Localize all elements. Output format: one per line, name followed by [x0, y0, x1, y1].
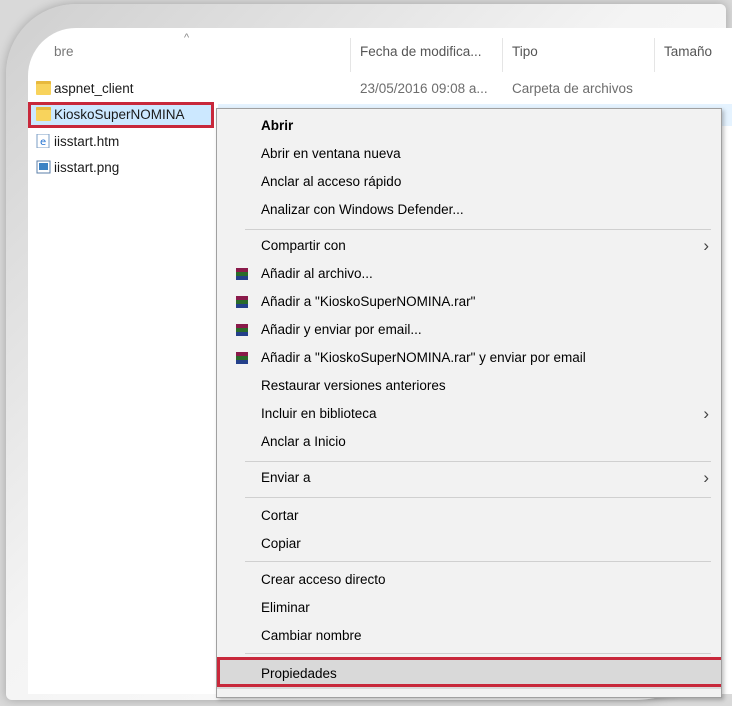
file-name: iisstart.htm [54, 134, 120, 149]
folder-icon [36, 81, 51, 95]
image-file-icon [36, 160, 51, 174]
menu-item-rename[interactable]: Cambiar nombre [217, 623, 721, 649]
winrar-icon [236, 296, 248, 308]
menu-item-scan-defender[interactable]: Analizar con Windows Defender... [217, 197, 721, 223]
menu-item-label: Compartir con [261, 238, 346, 253]
menu-item-add-to-rar[interactable]: Añadir a "KioskoSuperNOMINA.rar" [217, 289, 721, 315]
menu-item-label: Abrir en ventana nueva [261, 146, 401, 161]
menu-item-label: Crear acceso directo [261, 572, 386, 587]
column-name[interactable]: bre [54, 44, 74, 59]
menu-item-label: Añadir al archivo... [261, 266, 373, 281]
menu-item-cut[interactable]: Cortar [217, 503, 721, 529]
menu-item-label: Analizar con Windows Defender... [261, 202, 464, 217]
menu-item-share-with[interactable]: Compartir con › [217, 233, 721, 259]
menu-separator [245, 497, 711, 498]
menu-item-label: Abrir [261, 118, 294, 133]
file-date: 23/05/2016 09:08 a... [360, 81, 488, 96]
chevron-right-icon: › [703, 468, 709, 487]
menu-item-label: Enviar a [261, 470, 311, 485]
column-divider[interactable] [502, 38, 503, 72]
menu-item-pin-start[interactable]: Anclar a Inicio [217, 429, 721, 455]
column-size[interactable]: Tamaño [664, 44, 712, 59]
menu-item-pin-quick-access[interactable]: Anclar al acceso rápido [217, 169, 721, 195]
menu-item-label: Propiedades [261, 666, 337, 681]
menu-item-label: Cambiar nombre [261, 628, 362, 643]
sort-up-icon: ^ [184, 32, 190, 44]
menu-item-label: Incluir en biblioteca [261, 406, 377, 421]
chevron-right-icon: › [703, 404, 709, 423]
column-type[interactable]: Tipo [512, 44, 538, 59]
menu-item-add-rar-email[interactable]: Añadir a "KioskoSuperNOMINA.rar" y envia… [217, 345, 721, 371]
menu-item-label: Añadir y enviar por email... [261, 322, 422, 337]
file-name: iisstart.png [54, 160, 120, 175]
menu-item-label: Añadir a "KioskoSuperNOMINA.rar" [261, 294, 476, 309]
menu-item-restore-versions[interactable]: Restaurar versiones anteriores [217, 373, 721, 399]
menu-item-label: Restaurar versiones anteriores [261, 378, 446, 393]
menu-item-include-library[interactable]: Incluir en biblioteca › [217, 401, 721, 427]
menu-item-open[interactable]: Abrir [217, 113, 721, 139]
menu-item-label: Copiar [261, 536, 301, 551]
menu-item-open-new-window[interactable]: Abrir en ventana nueva [217, 141, 721, 167]
menu-item-copy[interactable]: Copiar [217, 531, 721, 557]
svg-text:e: e [40, 137, 46, 148]
chevron-right-icon: › [703, 236, 709, 255]
menu-item-label: Anclar al acceso rápido [261, 174, 402, 189]
file-row-aspnet-client[interactable]: aspnet_client 23/05/2016 09:08 a... Carp… [28, 78, 728, 100]
menu-item-send-to[interactable]: Enviar a › [217, 465, 721, 491]
winrar-icon [236, 352, 248, 364]
html-file-icon: e [36, 134, 50, 148]
file-name: aspnet_client [54, 81, 134, 96]
menu-item-add-email[interactable]: Añadir y enviar por email... [217, 317, 721, 343]
menu-separator [245, 461, 711, 462]
file-type: Carpeta de archivos [512, 81, 633, 96]
menu-item-properties[interactable]: Propiedades [217, 657, 721, 689]
menu-item-label: Anclar a Inicio [261, 434, 346, 449]
folder-icon [36, 107, 51, 121]
menu-separator [245, 561, 711, 562]
menu-item-add-archive[interactable]: Añadir al archivo... [217, 261, 721, 287]
column-header: bre ^ Fecha de modifica... Tipo Tamaño [28, 28, 732, 72]
context-menu: Abrir Abrir en ventana nueva Anclar al a… [216, 108, 722, 698]
menu-item-label: Añadir a "KioskoSuperNOMINA.rar" y envia… [261, 350, 586, 365]
winrar-icon [236, 268, 248, 280]
column-divider[interactable] [654, 38, 655, 72]
menu-item-create-shortcut[interactable]: Crear acceso directo [217, 567, 721, 593]
column-date[interactable]: Fecha de modifica... [360, 44, 482, 59]
menu-item-delete[interactable]: Eliminar [217, 595, 721, 621]
file-name: KioskoSuperNOMINA [54, 107, 185, 122]
winrar-icon [236, 324, 248, 336]
menu-separator [245, 229, 711, 230]
menu-separator [245, 653, 711, 654]
column-divider[interactable] [350, 38, 351, 72]
menu-item-label: Eliminar [261, 600, 310, 615]
menu-item-label: Cortar [261, 508, 299, 523]
